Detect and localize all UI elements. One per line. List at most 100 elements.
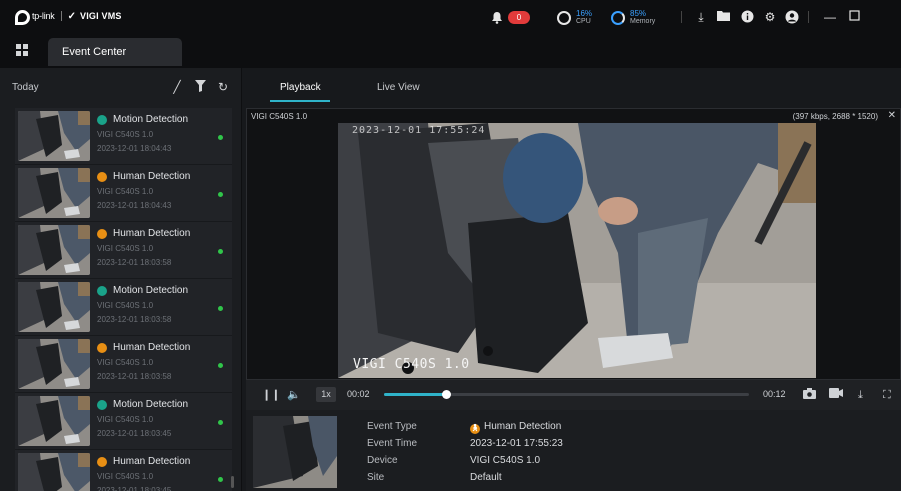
end-time: 00:12 xyxy=(763,389,786,399)
memory-percent: 85% xyxy=(630,9,647,18)
event-detail-thumbnail[interactable] xyxy=(253,416,337,488)
download-clip-icon[interactable]: ⤓ xyxy=(858,388,863,402)
event-time: 2023-12-01 18:03:45 xyxy=(97,486,172,491)
event-thumbnail xyxy=(18,168,90,218)
event-list-item[interactable]: Human Detection VIGI C540S 1.0 2023-12-01 … xyxy=(15,165,232,222)
alarm-count-badge[interactable]: 0 xyxy=(508,11,530,24)
site-value: Default xyxy=(470,472,502,483)
tab-event-center[interactable]: Event Center xyxy=(48,38,182,66)
user-avatar-icon[interactable] xyxy=(785,10,799,24)
gear-icon[interactable]: ⚙ xyxy=(763,10,777,24)
event-device: VIGI C540S 1.0 xyxy=(97,472,154,481)
record-video-icon[interactable] xyxy=(829,388,843,402)
player-stream-info: (397 kbps, 2688 * 1520) xyxy=(792,112,878,121)
cpu-percent: 16% xyxy=(576,9,593,18)
volume-icon[interactable]: 🔈 xyxy=(287,388,301,402)
progress-fill xyxy=(384,393,447,396)
event-time: 2023-12-01 18:04:43 xyxy=(97,201,172,210)
event-thumbnail xyxy=(18,111,90,161)
online-status-dot xyxy=(218,306,223,311)
event-list-item[interactable]: Motion Detection VIGI C540S 1.0 2023-12-01… xyxy=(15,393,232,450)
brand-vms-text: VIGI VMS xyxy=(80,11,122,21)
video-frame[interactable]: 2023-12-01 17:55:24 VIGI C540S 1.0 xyxy=(338,123,816,378)
event-time: 2023-12-01 18:04:43 xyxy=(97,144,172,153)
close-icon[interactable]: ✕ xyxy=(888,110,896,121)
download-icon[interactable]: ⤓ xyxy=(694,10,708,24)
title-bar: tp-link ✓ VIGI VMS 0 16% CPU 85% Memory … xyxy=(0,0,901,34)
human-detection-icon xyxy=(97,343,107,353)
online-status-dot xyxy=(218,249,223,254)
human-detection-icon xyxy=(97,457,107,467)
tab-live-view[interactable]: Live View xyxy=(377,82,420,93)
toolbar-divider xyxy=(681,11,682,23)
refresh-icon[interactable]: ↻ xyxy=(216,80,230,94)
event-time-value: 2023-12-01 17:55:23 xyxy=(470,438,563,449)
folder-icon[interactable] xyxy=(716,10,730,24)
event-type: Human Detection xyxy=(113,456,191,467)
event-list-item[interactable]: Human Detection VIGI C540S 1.0 2023-12-01 … xyxy=(15,336,232,393)
playback-controls: ❙❙ 🔈 1x 00:02 00:12 ⤓ ⛶ xyxy=(246,380,901,410)
event-type: Motion Detection xyxy=(113,285,189,296)
info-icon[interactable] xyxy=(740,10,754,24)
event-device: VIGI C540S 1.0 xyxy=(97,187,154,196)
event-time-label: Event Time xyxy=(367,438,418,449)
cpu-meter: 16% CPU xyxy=(557,9,592,27)
edit-icon[interactable]: ╱ xyxy=(170,80,184,94)
toolbar-divider xyxy=(808,11,809,23)
maximize-icon[interactable] xyxy=(847,10,861,24)
human-detection-icon: 🚶︎ xyxy=(470,424,480,434)
event-list: Motion Detection VIGI C540S 1.0 2023-12-01… xyxy=(15,108,232,491)
fullscreen-icon[interactable]: ⛶ xyxy=(883,388,891,402)
minimize-icon[interactable]: — xyxy=(823,10,837,24)
pause-icon[interactable]: ❙❙ xyxy=(262,388,280,402)
online-status-dot xyxy=(218,135,223,140)
brand-separator xyxy=(60,11,62,21)
human-detection-icon xyxy=(97,229,107,239)
osd-timestamp: 2023-12-01 17:55:24 xyxy=(352,125,486,136)
event-type: Human Detection xyxy=(113,342,191,353)
event-type: Motion Detection xyxy=(113,399,189,410)
online-status-dot xyxy=(218,363,223,368)
online-status-dot xyxy=(218,477,223,482)
memory-meter: 85% Memory xyxy=(611,9,655,27)
event-thumbnail xyxy=(18,396,90,446)
event-type: Motion Detection xyxy=(113,114,189,125)
sidebar-scrollbar[interactable] xyxy=(231,476,234,488)
filter-icon[interactable] xyxy=(193,80,207,94)
bell-icon[interactable] xyxy=(491,11,503,24)
event-type: Human Detection xyxy=(113,228,191,239)
event-list-item[interactable]: Human Detection VIGI C540S 1.0 2023-12-01 … xyxy=(15,450,232,491)
event-device: VIGI C540S 1.0 xyxy=(97,301,154,310)
current-time: 00:02 xyxy=(347,389,370,399)
speed-button[interactable]: 1x xyxy=(316,387,336,402)
event-time: 2023-12-01 18:03:45 xyxy=(97,429,172,438)
memory-ring-icon xyxy=(611,11,625,25)
progress-knob[interactable] xyxy=(442,390,452,399)
vigi-logo-icon: ✓ xyxy=(67,10,76,22)
tp-link-logo-icon xyxy=(14,9,30,25)
motion-detection-icon xyxy=(97,286,107,296)
cpu-ring-icon xyxy=(557,11,571,25)
progress-track[interactable] xyxy=(384,390,749,399)
event-thumbnail xyxy=(18,282,90,332)
event-list-item[interactable]: Motion Detection VIGI C540S 1.0 2023-12-01… xyxy=(15,108,232,165)
event-list-item[interactable]: Motion Detection VIGI C540S 1.0 2023-12-01… xyxy=(15,279,232,336)
event-list-item[interactable]: Human Detection VIGI C540S 1.0 2023-12-01 … xyxy=(15,222,232,279)
tab-playback[interactable]: Playback xyxy=(280,82,321,93)
device-value: VIGI C540S 1.0 xyxy=(470,455,541,466)
event-time: 2023-12-01 18:03:58 xyxy=(97,315,172,324)
human-detection-icon xyxy=(97,172,107,182)
apps-grid-icon[interactable] xyxy=(16,44,28,56)
event-detail-panel: Event Type 🚶︎ Human Detection Event Time … xyxy=(246,410,901,491)
event-list-sidebar: Today ╱ ↻ Motion Detection VIGI C540S 1.0… xyxy=(0,68,242,491)
event-time: 2023-12-01 18:03:58 xyxy=(97,258,172,267)
video-player[interactable]: VIGI C540S 1.0 (397 kbps, 2688 * 1520) ✕… xyxy=(246,108,901,380)
snapshot-camera-icon[interactable] xyxy=(803,388,816,403)
event-device: VIGI C540S 1.0 xyxy=(97,358,154,367)
cpu-label: CPU xyxy=(576,18,591,25)
sidebar-title: Today xyxy=(12,82,39,93)
event-device: VIGI C540S 1.0 xyxy=(97,130,154,139)
memory-label: Memory xyxy=(630,18,656,25)
brand-tp-text: tp-link xyxy=(32,11,55,21)
event-type: Human Detection xyxy=(113,171,191,182)
